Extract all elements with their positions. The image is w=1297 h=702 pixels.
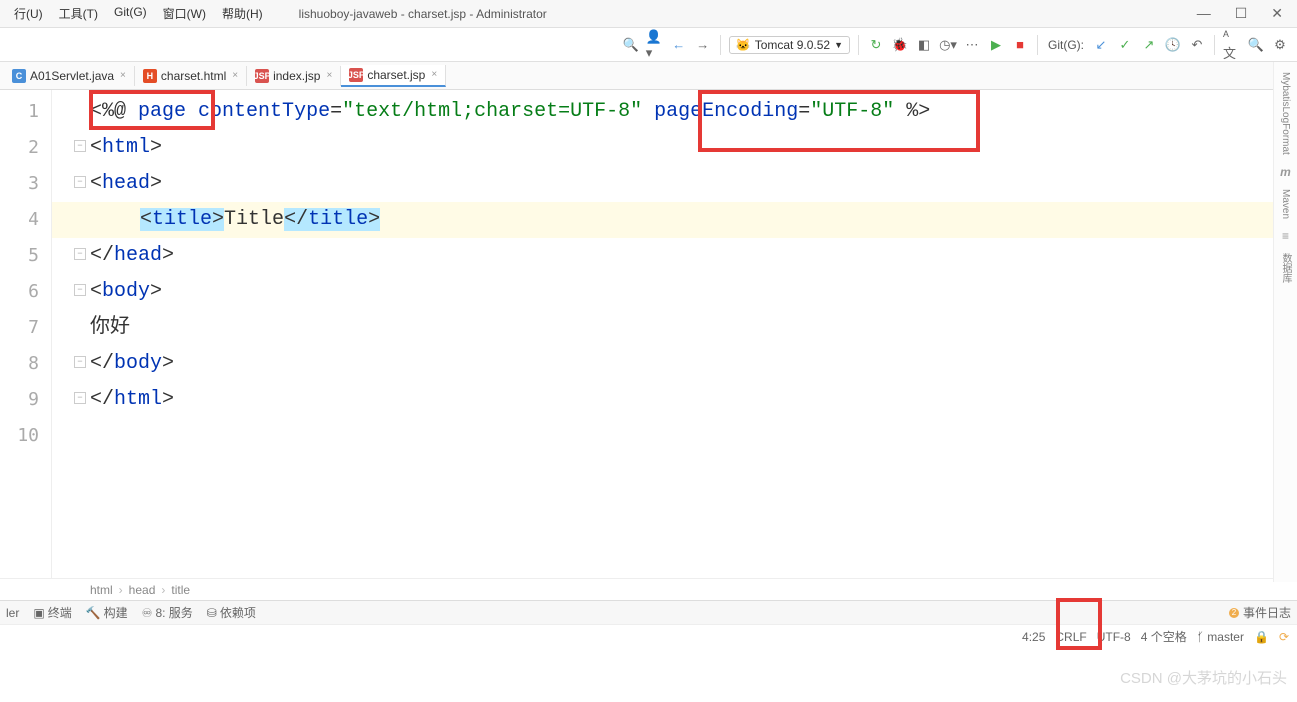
rail-database[interactable]: 数据库: [1278, 249, 1293, 287]
right-tool-rail: MybatisLogFormat m Maven ≡ 数据库: [1273, 62, 1297, 582]
bottom-tab-terminal[interactable]: ▣终端: [33, 604, 71, 621]
window-title: lishuoboy-javaweb - charset.jsp - Admini…: [299, 7, 1197, 21]
menu-git[interactable]: Git(G): [108, 3, 153, 24]
html-file-icon: H: [143, 69, 157, 83]
breadcrumb-item[interactable]: html: [90, 583, 113, 597]
close-tab-icon[interactable]: ×: [120, 70, 126, 81]
search-icon[interactable]: 🔍: [1247, 36, 1265, 54]
branch-icon: ᚶ: [1197, 630, 1208, 644]
tab-charset-jsp[interactable]: JSP charset.jsp ×: [341, 65, 446, 87]
rail-maven[interactable]: Maven: [1280, 185, 1291, 223]
breadcrumb-item[interactable]: head: [129, 583, 156, 597]
translate-icon[interactable]: ᴬ文: [1223, 36, 1241, 54]
fold-icon[interactable]: −: [74, 284, 86, 296]
tab-charset-html[interactable]: H charset.html ×: [135, 66, 247, 86]
services-icon: ♾: [142, 606, 153, 620]
fold-icon[interactable]: −: [74, 140, 86, 152]
line-gutter: 1 2 3 4 5 6 7 8 9 10: [0, 90, 52, 578]
update-icon[interactable]: ↻: [867, 36, 885, 54]
main-menu: 行(U) 工具(T) Git(G) 窗口(W) 帮助(H): [8, 3, 269, 24]
hammer-icon: 🔨: [86, 606, 101, 620]
menu-help[interactable]: 帮助(H): [216, 3, 269, 24]
bottom-tab-events[interactable]: 事件日志: [1243, 604, 1291, 621]
gear-icon[interactable]: ⚙: [1271, 36, 1289, 54]
minimize-icon[interactable]: —: [1197, 5, 1211, 22]
maximize-icon[interactable]: ☐: [1235, 5, 1248, 22]
git-label: Git(G):: [1048, 38, 1084, 52]
bottom-tab-services[interactable]: ♾8: 服务: [142, 604, 193, 621]
close-tab-icon[interactable]: ×: [431, 69, 437, 80]
terminal-icon: ▣: [33, 606, 44, 620]
java-file-icon: C: [12, 69, 26, 83]
caret-position[interactable]: 4:25: [1022, 630, 1045, 644]
git-rollback-icon[interactable]: ↶: [1188, 36, 1206, 54]
tab-a01servlet[interactable]: C A01Servlet.java ×: [4, 66, 135, 86]
profile-icon[interactable]: ◷▾: [939, 36, 957, 54]
run-icon[interactable]: ▶: [987, 36, 1005, 54]
rail-mybatis[interactable]: MybatisLogFormat: [1280, 68, 1291, 159]
indent-setting[interactable]: 4 个空格: [1141, 628, 1187, 645]
bottom-tool-tabs: ler ▣终端 🔨构建 ♾8: 服务 ⛁依赖项 2 事件日志: [0, 600, 1297, 624]
editor-tabs: C A01Servlet.java × H charset.html × JSP…: [0, 62, 1297, 90]
close-icon[interactable]: ✕: [1271, 5, 1283, 22]
fold-icon[interactable]: −: [74, 356, 86, 368]
bug-icon[interactable]: 🐞: [891, 36, 909, 54]
jsp-file-icon: JSP: [349, 68, 363, 82]
close-tab-icon[interactable]: ×: [232, 70, 238, 81]
sync-icon[interactable]: ⟳: [1279, 630, 1289, 644]
jsp-file-icon: JSP: [255, 69, 269, 83]
stop-icon[interactable]: ■: [1011, 36, 1029, 54]
toolbar: 🔍 👤▾ ← → 🐱 Tomcat 9.0.52 ▼ ↻ 🐞 ◧ ◷▾ ⋯ ▶ …: [0, 28, 1297, 62]
close-tab-icon[interactable]: ×: [326, 70, 332, 81]
menu-window[interactable]: 窗口(W): [157, 3, 212, 24]
code-editor[interactable]: ✔ <%@ page contentType="text/html;charse…: [52, 90, 1297, 578]
chevron-down-icon: ▼: [834, 40, 843, 50]
zoom-icon[interactable]: 🔍: [622, 36, 640, 54]
git-history-icon[interactable]: 🕓: [1164, 36, 1182, 54]
run-config-dropdown[interactable]: 🐱 Tomcat 9.0.52 ▼: [729, 36, 850, 54]
bottom-tab-ler[interactable]: ler: [6, 606, 19, 620]
deps-icon: ⛁: [207, 606, 217, 620]
watermark: CSDN @大茅坑的小石头: [1120, 667, 1287, 688]
line-separator[interactable]: CRLF: [1055, 630, 1086, 644]
fold-icon[interactable]: −: [74, 176, 86, 188]
bottom-tab-deps[interactable]: ⛁依赖项: [207, 604, 256, 621]
back-icon[interactable]: ←: [670, 36, 688, 54]
git-push-icon[interactable]: ↗: [1140, 36, 1158, 54]
fold-icon[interactable]: −: [74, 248, 86, 260]
database-icon: ≡: [1282, 229, 1289, 243]
menu-tools[interactable]: 工具(T): [53, 3, 104, 24]
bottom-tab-build[interactable]: 🔨构建: [86, 604, 128, 621]
lock-icon[interactable]: 🔒: [1254, 630, 1269, 644]
git-branch[interactable]: ᚶ master: [1197, 630, 1244, 644]
breadcrumb-item[interactable]: title: [171, 583, 190, 597]
forward-icon[interactable]: →: [694, 36, 712, 54]
event-count-badge: 2: [1229, 608, 1239, 618]
menu-run[interactable]: 行(U): [8, 3, 49, 24]
breadcrumb: html › head › title: [0, 578, 1297, 600]
tomcat-icon: 🐱: [736, 38, 751, 52]
maven-icon: m: [1280, 165, 1291, 179]
git-commit-icon[interactable]: ✓: [1116, 36, 1134, 54]
fold-icon[interactable]: −: [74, 392, 86, 404]
git-update-icon[interactable]: ↙: [1092, 36, 1110, 54]
file-encoding[interactable]: UTF-8: [1097, 630, 1131, 644]
status-bar: 4:25 CRLF UTF-8 4 个空格 ᚶ master 🔒 ⟳: [0, 624, 1297, 648]
person-icon[interactable]: 👤▾: [646, 36, 664, 54]
coverage-icon[interactable]: ◧: [915, 36, 933, 54]
tab-index-jsp[interactable]: JSP index.jsp ×: [247, 66, 341, 86]
attach-icon[interactable]: ⋯: [963, 36, 981, 54]
